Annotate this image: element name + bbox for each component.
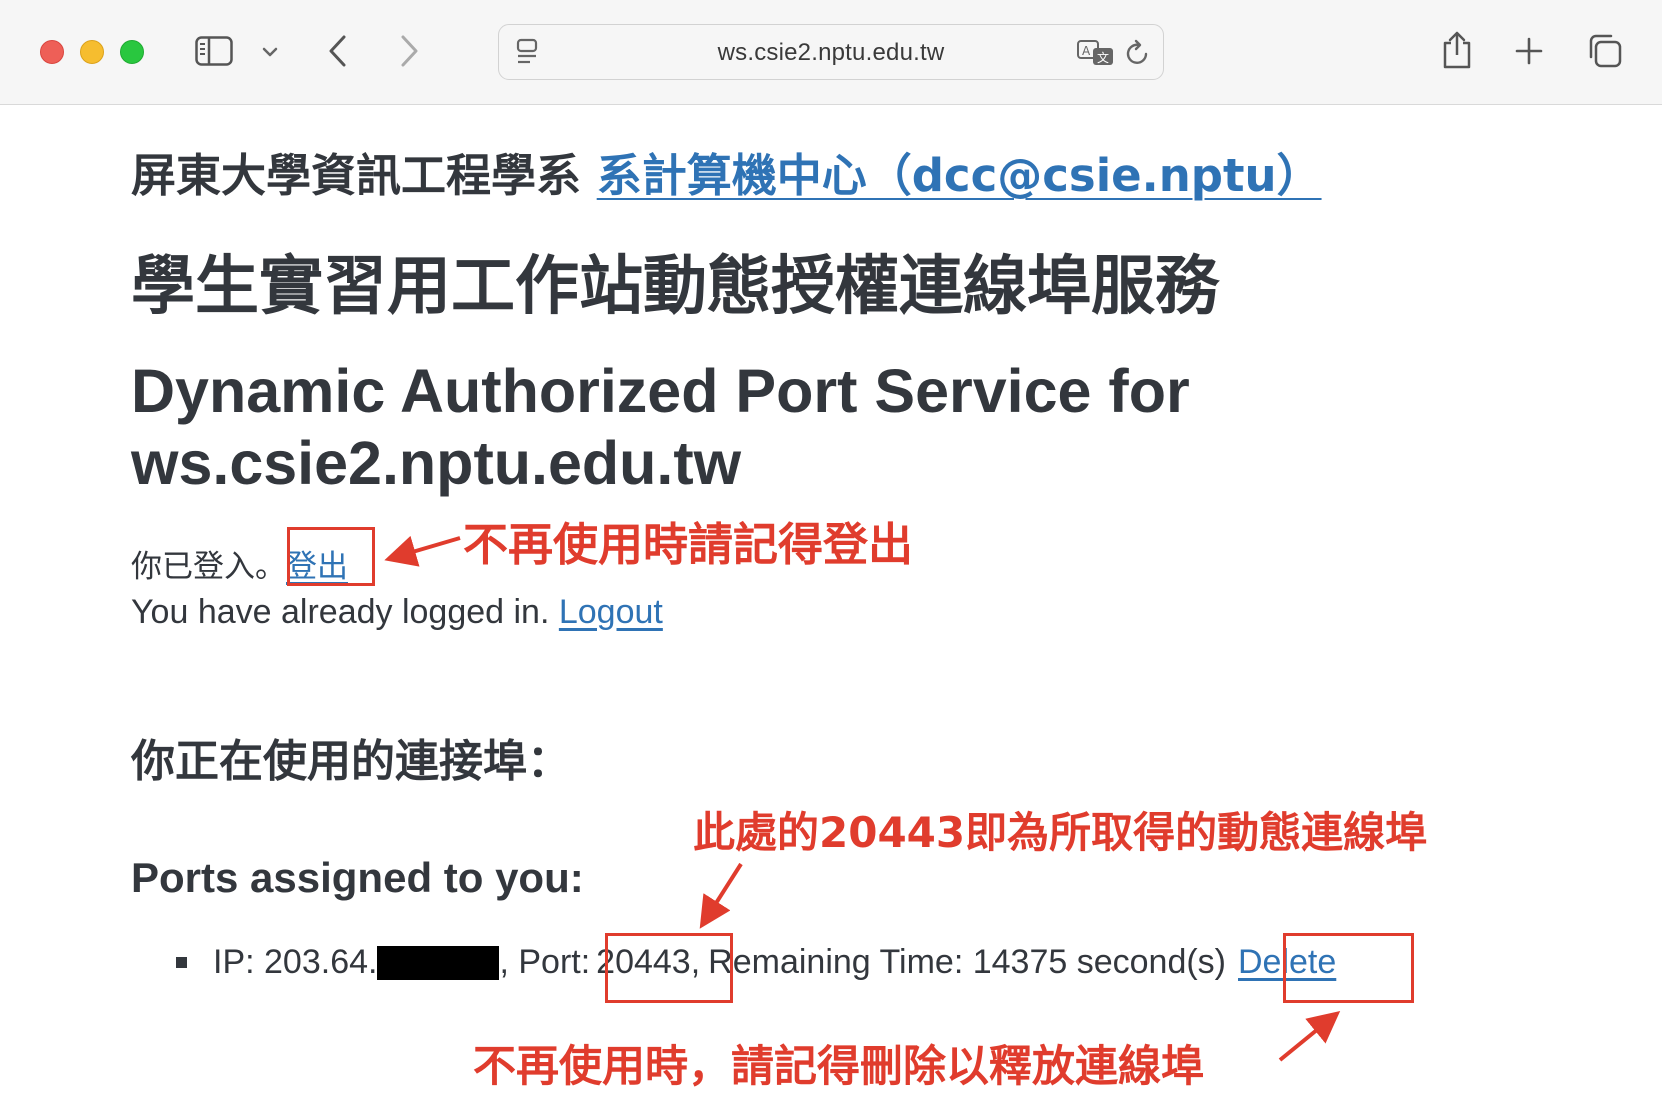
logout-note: 不再使用時請記得登出 (463, 518, 914, 571)
port-list-item: IP: 203.64., Port: 20443, Remaining Time:… (176, 943, 1336, 982)
page-title-en: Dynamic Authorized Port Service for ws.c… (131, 357, 1190, 497)
bullet-icon (176, 957, 187, 968)
browser-toolbar: ws.csie2.nptu.edu.tw A文 (0, 0, 1662, 105)
logout-arrow (384, 535, 461, 567)
delete-note: 不再使用時，請記得刪除以釋放連線埠 (473, 1042, 1204, 1092)
port-highlight-box (605, 933, 733, 1003)
tab-overview-icon[interactable] (1586, 32, 1624, 70)
minimize-window-button[interactable] (80, 40, 104, 64)
login-text-en: You have already logged in. (131, 593, 559, 631)
svg-text:A: A (1082, 44, 1091, 58)
sidebar-toggle-icon[interactable] (194, 34, 234, 68)
delete-arrow (1278, 1010, 1341, 1062)
ports-heading-en: Ports assigned to you: (131, 854, 584, 901)
logout-link-en[interactable]: Logout (559, 593, 663, 631)
translate-icon[interactable]: A文 (1076, 38, 1116, 68)
close-window-button[interactable] (40, 40, 64, 64)
port-note: 此處的20443即為所取得的動態連線埠 (693, 808, 1428, 857)
org-prefix: 屏東大學資訊工程學系 (131, 149, 582, 202)
url-text[interactable]: ws.csie2.nptu.edu.tw (499, 39, 1163, 67)
logout-highlight-box (287, 527, 375, 586)
redacted-ip-block (377, 945, 500, 980)
ip-label: IP: 203.64. (213, 943, 378, 981)
zoom-window-button[interactable] (120, 40, 144, 64)
reload-icon[interactable] (1124, 38, 1152, 68)
org-heading: 屏東大學資訊工程學系 系計算機中心（dcc@csie.nptu） (131, 139, 1322, 204)
new-tab-icon[interactable] (1512, 34, 1546, 68)
back-button[interactable] (325, 32, 351, 70)
share-icon[interactable] (1440, 28, 1474, 72)
chevron-down-icon[interactable] (258, 42, 282, 62)
forward-button[interactable] (396, 32, 422, 70)
port-arrow (699, 862, 743, 929)
ports-heading-zh: 你正在使用的連接埠： (131, 736, 571, 787)
port-label: , Port: (499, 943, 591, 981)
address-bar[interactable]: ws.csie2.nptu.edu.tw A文 (498, 24, 1164, 80)
svg-text:文: 文 (1097, 50, 1109, 65)
login-text-zh: 你已登入。 (131, 549, 286, 585)
page-title-zh: 學生實習用工作站動態授權連線埠服務 (131, 250, 1219, 324)
remaining-time: Remaining Time: 14375 second(s) (708, 943, 1226, 981)
org-link[interactable]: 系計算機中心（dcc@csie.nptu） (597, 149, 1322, 202)
delete-highlight-box (1283, 933, 1414, 1003)
login-status-en: You have already logged in. Logout (131, 593, 663, 632)
